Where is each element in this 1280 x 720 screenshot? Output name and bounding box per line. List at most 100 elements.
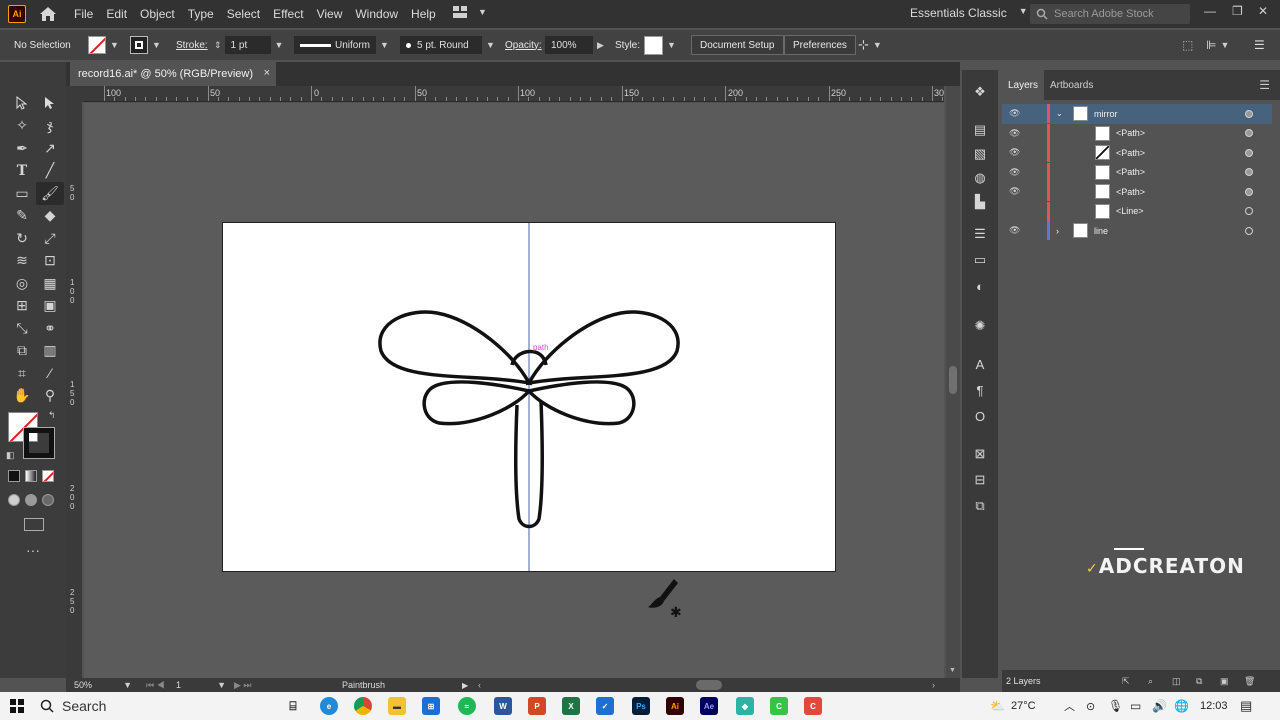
- workspace-switcher[interactable]: Essentials Classic ▼: [910, 6, 1028, 20]
- rectangle-tool-icon[interactable]: ▭: [8, 182, 36, 205]
- layer-target-icon[interactable]: [1245, 187, 1253, 196]
- document-setup-button[interactable]: Document Setup: [691, 35, 784, 55]
- word-icon[interactable]: W: [494, 697, 512, 715]
- libraries-icon[interactable]: ❖: [972, 84, 988, 100]
- stroke-label[interactable]: Stroke:: [176, 30, 208, 60]
- maximize-icon[interactable]: ❐: [1232, 4, 1243, 18]
- cc-libraries-icon[interactable]: ▧: [972, 146, 988, 162]
- visibility-eye-icon[interactable]: 👁: [1009, 108, 1020, 119]
- chevron-right-icon[interactable]: ›: [1056, 226, 1059, 236]
- color-mode-icon[interactable]: [8, 470, 20, 482]
- layer-name[interactable]: mirror: [1094, 109, 1118, 119]
- align-panel-icon[interactable]: ⊟: [972, 472, 988, 488]
- menu-help[interactable]: Help: [411, 7, 436, 21]
- fill-swatch[interactable]: ▼: [88, 30, 119, 60]
- draw-normal-icon[interactable]: [8, 494, 20, 506]
- layer-name[interactable]: line: [1094, 226, 1108, 236]
- vertical-scroll-thumb[interactable]: [949, 366, 957, 394]
- gradient-mode-icon[interactable]: [25, 470, 37, 482]
- lasso-icon[interactable]: ჯ: [36, 115, 64, 138]
- layer-row-line-layer[interactable]: 👁 › line: [1002, 221, 1272, 241]
- next-artboard-icon[interactable]: ▶ ⏭: [234, 680, 252, 691]
- minimize-icon[interactable]: —: [1204, 4, 1216, 18]
- style-swatch[interactable]: ▼: [644, 30, 676, 60]
- visibility-eye-icon[interactable]: 👁: [1009, 147, 1020, 158]
- layer-target-icon[interactable]: [1245, 168, 1253, 177]
- chrome-icon[interactable]: [354, 697, 372, 715]
- vertical-scrollbar[interactable]: ▼: [946, 86, 960, 678]
- column-graph-icon[interactable]: ▥: [36, 340, 64, 363]
- language-icon[interactable]: 🌐: [1174, 692, 1189, 720]
- vscode-icon[interactable]: ✓: [596, 697, 614, 715]
- dragonfly-artwork[interactable]: path: [223, 223, 835, 571]
- illustrator-icon[interactable]: Ai: [666, 697, 684, 715]
- recorder-icon[interactable]: C: [804, 697, 822, 715]
- scroll-left-icon[interactable]: ‹: [478, 680, 481, 690]
- line-tool-icon[interactable]: ╱: [36, 160, 64, 183]
- menu-object[interactable]: Object: [140, 7, 175, 21]
- layer-name[interactable]: <Path>: [1116, 128, 1145, 138]
- document-tab[interactable]: record16.ai* @ 50% (RGB/Preview) ×: [70, 62, 276, 86]
- layer-row-line[interactable]: <Line>: [1002, 201, 1272, 222]
- width-tool-icon[interactable]: ≋: [8, 250, 36, 273]
- excel-icon[interactable]: X: [562, 697, 580, 715]
- network-icon[interactable]: ▭: [1130, 692, 1141, 720]
- visibility-eye-icon[interactable]: 👁: [1009, 167, 1020, 178]
- color-guide-icon[interactable]: ▙: [972, 194, 988, 210]
- locate-object-icon[interactable]: ⌕: [1148, 676, 1153, 687]
- home-icon[interactable]: [38, 4, 58, 24]
- draw-inside-icon[interactable]: [42, 494, 54, 506]
- weather-widget[interactable]: ⛅ 27°C: [990, 692, 1036, 720]
- stroke-swatch[interactable]: ▼: [130, 30, 161, 60]
- app-icon[interactable]: ◆: [736, 697, 754, 715]
- more-tools-icon[interactable]: ···: [26, 542, 40, 558]
- file-explorer-icon[interactable]: ▬: [388, 697, 406, 715]
- scroll-down-icon[interactable]: ▼: [949, 667, 956, 674]
- new-sublayer-icon[interactable]: ⧉: [1196, 676, 1202, 687]
- selection-tool-icon[interactable]: [8, 92, 36, 115]
- default-fill-stroke-icon[interactable]: ◧: [6, 450, 15, 461]
- scale-tool-icon[interactable]: ⤢: [36, 227, 64, 250]
- menu-edit[interactable]: Edit: [106, 7, 127, 21]
- stroke-weight-stepper[interactable]: ⇕ 1 pt ▼: [214, 30, 283, 60]
- layer-name[interactable]: <Line>: [1116, 206, 1144, 216]
- rotate-tool-icon[interactable]: ↻: [8, 227, 36, 250]
- scroll-right-icon[interactable]: ›: [932, 680, 935, 690]
- clipping-mask-icon[interactable]: ◫: [1172, 676, 1181, 687]
- zoom-select[interactable]: 50% ▼: [74, 680, 132, 690]
- horizontal-scroll-thumb[interactable]: [696, 680, 722, 690]
- curvature-tool-icon[interactable]: ↗: [36, 137, 64, 160]
- powerpoint-icon[interactable]: P: [528, 697, 546, 715]
- photoshop-icon[interactable]: Ps: [632, 697, 650, 715]
- appearance-icon[interactable]: ✺: [972, 318, 988, 334]
- panel-menu-icon[interactable]: ☰: [1254, 30, 1265, 60]
- visibility-eye-icon[interactable]: 👁: [1009, 225, 1020, 236]
- stroke-black-swatch[interactable]: [23, 427, 55, 459]
- eyedropper-icon[interactable]: ⤡: [8, 317, 36, 340]
- paragraph-panel-icon[interactable]: ¶: [972, 382, 988, 398]
- spotify-icon[interactable]: ≈: [458, 697, 476, 715]
- status-menu-icon[interactable]: ▶: [462, 681, 468, 690]
- export-icon[interactable]: ⇱: [1122, 676, 1130, 687]
- slice-tool-icon[interactable]: ⁄: [36, 362, 64, 385]
- stroke-weight-value[interactable]: 1 pt: [224, 36, 271, 54]
- align-options-icon[interactable]: ⊹ ▼: [858, 30, 882, 60]
- ruler-origin[interactable]: [66, 86, 84, 102]
- transparency-icon[interactable]: ◐: [972, 278, 988, 294]
- swap-fill-stroke-icon[interactable]: ↰: [48, 410, 56, 421]
- tab-artboards[interactable]: Artboards: [1044, 70, 1099, 100]
- new-layer-icon[interactable]: ▣: [1220, 676, 1229, 687]
- direct-selection-tool-icon[interactable]: [36, 92, 64, 115]
- layer-name[interactable]: <Path>: [1116, 148, 1145, 158]
- close-icon[interactable]: ✕: [1258, 4, 1268, 18]
- layer-target-icon[interactable]: [1245, 226, 1253, 235]
- chevron-down-icon[interactable]: ⌄: [1056, 109, 1063, 118]
- windows-start-icon[interactable]: [10, 699, 24, 713]
- zoom-tool-icon[interactable]: ⚲: [36, 385, 64, 408]
- artboard-select[interactable]: 1 ▼: [176, 680, 226, 690]
- color-panel-icon[interactable]: ◍: [972, 170, 988, 186]
- magic-wand-icon[interactable]: ✧: [8, 115, 36, 138]
- sync-icon[interactable]: ⊙: [1086, 692, 1095, 720]
- transform-panel-icon[interactable]: ⊠: [972, 446, 988, 462]
- preferences-button[interactable]: Preferences: [784, 35, 856, 55]
